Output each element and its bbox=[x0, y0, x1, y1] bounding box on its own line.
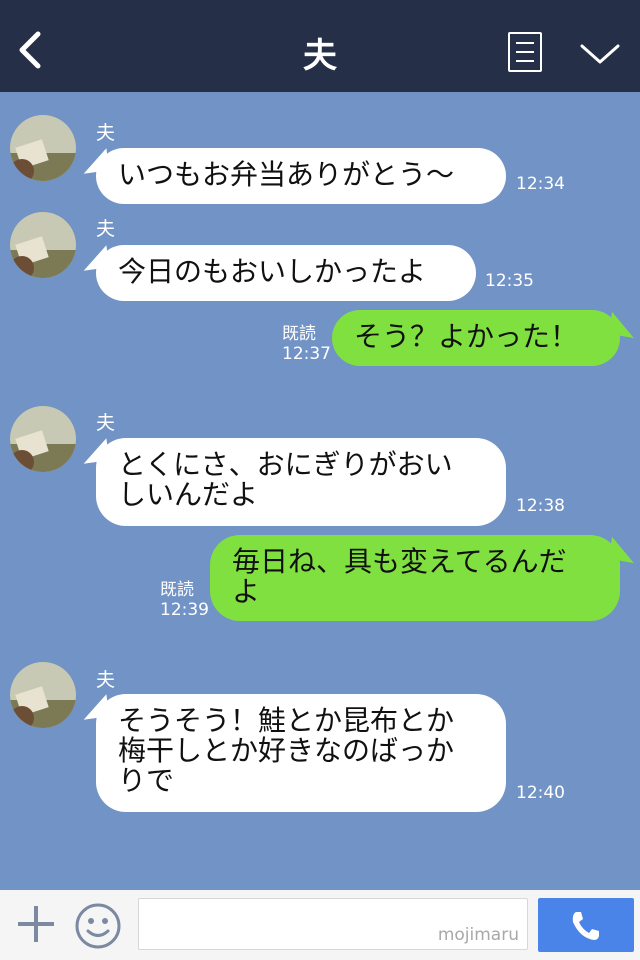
watermark: mojimaru bbox=[437, 925, 519, 945]
read-label: 既読 bbox=[282, 324, 316, 344]
menu-icon[interactable] bbox=[508, 32, 542, 72]
message-time: 12:34 bbox=[516, 174, 565, 194]
message-time: 12:40 bbox=[516, 783, 565, 803]
incoming-message[interactable]: そうそう！鮭とか昆布とか 梅干しとか好きなのばっか りで bbox=[96, 694, 506, 812]
message-text: いつもお弁当ありがとう〜 bbox=[118, 158, 455, 191]
incoming-message[interactable]: とくにさ、おにぎりがおい しいんだよ bbox=[96, 438, 506, 526]
input-bar: mojimaru bbox=[0, 890, 640, 960]
outgoing-message[interactable]: 毎日ね、具も変えてるんだ よ bbox=[210, 535, 620, 621]
message-line: 毎日ね、具も変えてるんだ bbox=[232, 545, 567, 578]
outgoing-message[interactable]: そう？よかった！ bbox=[332, 310, 620, 366]
avatar[interactable] bbox=[10, 406, 76, 472]
read-receipt: 既読 12:37 bbox=[282, 324, 331, 364]
emoji-icon[interactable] bbox=[74, 902, 122, 950]
chat-header: 夫 bbox=[0, 0, 640, 92]
message-line: しいんだよ bbox=[118, 478, 259, 511]
avatar[interactable] bbox=[10, 212, 76, 278]
message-text: 今日のもおいしかったよ bbox=[118, 255, 427, 288]
chat-title: 夫 bbox=[303, 36, 337, 76]
message-input[interactable]: mojimaru bbox=[138, 898, 528, 950]
sender-name: 夫 bbox=[96, 669, 116, 691]
message-line: よ bbox=[232, 575, 261, 608]
message-time: 12:37 bbox=[282, 344, 331, 364]
avatar[interactable] bbox=[10, 115, 76, 181]
message-time: 12:38 bbox=[516, 496, 565, 516]
sender-name: 夫 bbox=[96, 122, 116, 144]
read-receipt: 既読 12:39 bbox=[160, 580, 209, 620]
message-line: そうそう！鮭とか昆布とか bbox=[118, 704, 455, 737]
sender-name: 夫 bbox=[96, 412, 116, 434]
call-button[interactable] bbox=[538, 898, 634, 952]
message-line: とくにさ、おにぎりがおい bbox=[118, 448, 453, 481]
plus-icon[interactable] bbox=[14, 902, 58, 946]
sender-name: 夫 bbox=[96, 218, 116, 240]
incoming-message[interactable]: 今日のもおいしかったよ bbox=[96, 245, 476, 301]
message-time: 12:35 bbox=[485, 271, 534, 291]
message-line: 梅干しとか好きなのばっか bbox=[118, 734, 455, 767]
phone-icon bbox=[572, 912, 599, 940]
message-time: 12:39 bbox=[160, 600, 209, 620]
read-label: 既読 bbox=[160, 580, 194, 600]
avatar[interactable] bbox=[10, 662, 76, 728]
message-text: そう？よかった！ bbox=[354, 320, 579, 353]
message-line: りで bbox=[118, 764, 175, 797]
incoming-message[interactable]: いつもお弁当ありがとう〜 bbox=[96, 148, 506, 204]
chevron-down-icon[interactable] bbox=[578, 38, 622, 68]
